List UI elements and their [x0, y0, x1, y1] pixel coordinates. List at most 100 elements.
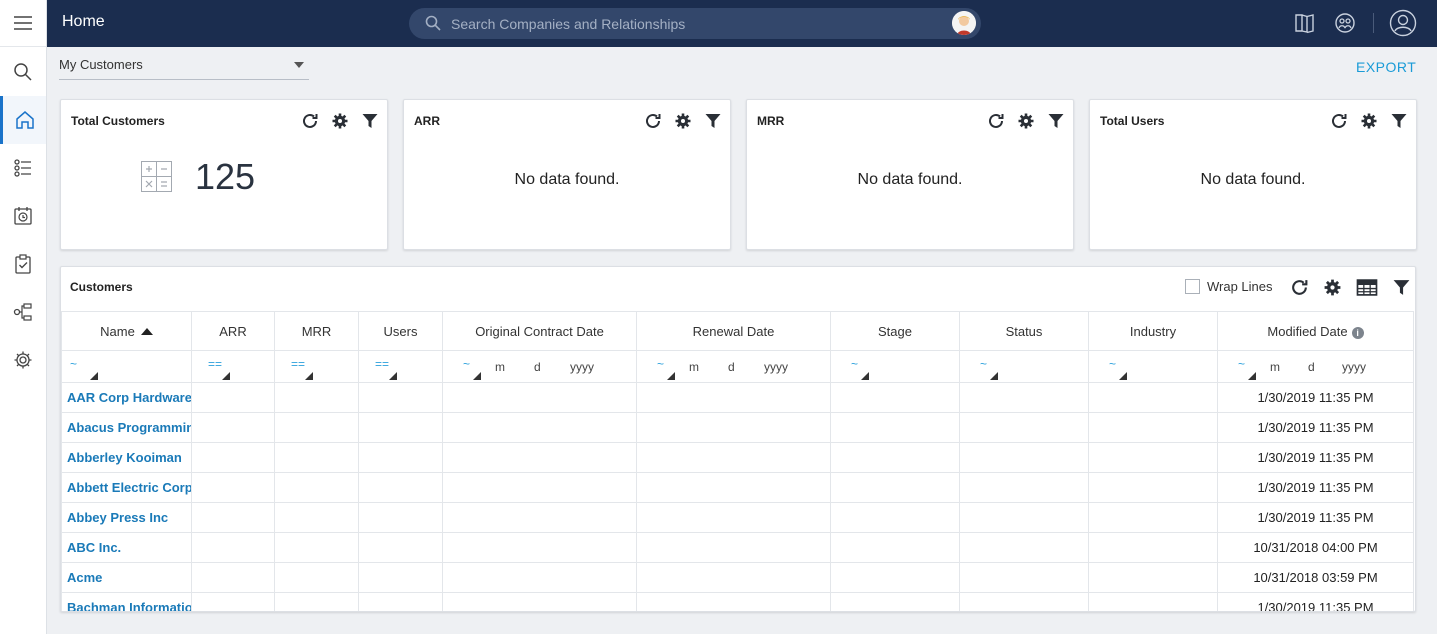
sidebar-item-list[interactable]	[0, 144, 46, 192]
card-total-customers: Total Customers 125	[60, 99, 388, 250]
card-title: Total Users	[1100, 114, 1165, 128]
table-row: Abbey Press Inc 1/30/2019 11:35 PM	[61, 502, 1414, 533]
modified-date: 10/31/2018 04:00 PM	[1217, 532, 1414, 563]
filter-operator-icon	[389, 372, 397, 380]
card-total-users: Total Users No data found.	[1089, 99, 1417, 250]
modified-date: 1/30/2019 11:35 PM	[1217, 592, 1414, 611]
sidebar-item-home[interactable]	[0, 96, 46, 144]
column-header-mrr[interactable]: MRR	[274, 311, 359, 351]
view-dropdown-value: My Customers	[59, 57, 143, 72]
filter-renewal-date[interactable]: ~ m d yyyy	[636, 350, 831, 383]
total-customers-value: 125	[195, 156, 256, 197]
filter-icon[interactable]	[1390, 112, 1408, 130]
assistant-avatar[interactable]	[952, 11, 976, 35]
gear-icon[interactable]	[1323, 278, 1342, 297]
refresh-icon[interactable]	[1330, 112, 1348, 130]
column-header-arr[interactable]: ARR	[191, 311, 275, 351]
list-icon	[14, 159, 31, 177]
page-title: Home	[62, 13, 105, 30]
customer-name-link[interactable]: Abberley Kooiman	[61, 442, 192, 473]
sidebar-item-tasks[interactable]	[0, 240, 46, 288]
user-profile-icon[interactable]	[1389, 9, 1417, 37]
filter-mrr[interactable]: ==	[274, 350, 359, 383]
column-header-original-contract-date[interactable]: Original Contract Date	[442, 311, 637, 351]
customer-name-link[interactable]: Abacus Programming	[61, 412, 192, 443]
column-header-modified-date[interactable]: Modified Date i	[1217, 311, 1414, 351]
modified-date: 1/30/2019 11:35 PM	[1217, 472, 1414, 503]
filter-arr[interactable]: ==	[191, 350, 275, 383]
gear-icon[interactable]	[1017, 112, 1035, 130]
export-button[interactable]: EXPORT	[1356, 59, 1416, 75]
table-row: Abacus Programming 1/30/2019 11:35 PM	[61, 412, 1414, 443]
sidebar-item-timeline[interactable]	[0, 192, 46, 240]
wrap-lines-toggle[interactable]: Wrap Lines	[1185, 279, 1273, 294]
card-arr: ARR No data found.	[403, 99, 731, 250]
filter-stage[interactable]: ~	[830, 350, 960, 383]
card-title: MRR	[757, 114, 785, 128]
modified-date: 1/30/2019 11:35 PM	[1217, 382, 1414, 413]
customer-name-link[interactable]: Acme	[61, 562, 192, 593]
header-row: Name ARR MRR Users Original Contract Dat…	[61, 311, 1414, 351]
customer-name-link[interactable]: Abbey Press Inc	[61, 502, 192, 533]
column-header-users[interactable]: Users	[358, 311, 443, 351]
refresh-icon[interactable]	[987, 112, 1005, 130]
refresh-icon[interactable]	[644, 112, 662, 130]
sidebar-item-settings[interactable]	[0, 336, 46, 384]
customer-name-link[interactable]: AAR Corp Hardware	[61, 382, 192, 413]
column-header-status[interactable]: Status	[959, 311, 1089, 351]
view-dropdown[interactable]: My Customers	[59, 52, 309, 80]
filter-status[interactable]: ~	[959, 350, 1089, 383]
gear-icon[interactable]	[331, 112, 349, 130]
table-row: Abberley Kooiman 1/30/2019 11:35 PM	[61, 442, 1414, 473]
modified-date: 1/30/2019 11:35 PM	[1217, 412, 1414, 443]
table-columns-icon[interactable]	[1356, 278, 1378, 297]
hierarchy-icon	[13, 303, 32, 321]
sidebar-item-hierarchy[interactable]	[0, 288, 46, 336]
filter-users[interactable]: ==	[358, 350, 443, 383]
column-header-name[interactable]: Name	[61, 311, 192, 351]
customers-panel: Customers Wrap Lines Name ARR MRR Users …	[60, 266, 1416, 612]
sidebar-item-search[interactable]	[0, 48, 46, 96]
sidebar	[0, 0, 47, 634]
column-header-renewal-date[interactable]: Renewal Date	[636, 311, 831, 351]
avatar-icon	[952, 11, 976, 35]
calendar-clock-icon	[14, 207, 32, 225]
customer-name-link[interactable]: Abbett Electric Corp	[61, 472, 192, 503]
modified-date: 1/30/2019 11:35 PM	[1217, 502, 1414, 533]
refresh-icon[interactable]	[1290, 278, 1309, 297]
column-header-industry[interactable]: Industry	[1088, 311, 1218, 351]
topbar-divider	[1373, 13, 1374, 33]
panel-actions	[1290, 278, 1411, 297]
customer-name-link[interactable]: Bachman Information	[61, 592, 192, 611]
search-input[interactable]	[451, 8, 931, 39]
filter-modified-date[interactable]: ~ m d yyyy	[1217, 350, 1414, 383]
filter-operator-icon	[473, 372, 481, 380]
filter-icon[interactable]	[1392, 278, 1411, 297]
filter-name[interactable]: ~	[61, 350, 192, 383]
table-row: ABC Inc. 10/31/2018 04:00 PM	[61, 532, 1414, 563]
filter-original-contract-date[interactable]: ~ m d yyyy	[442, 350, 637, 383]
filter-industry[interactable]: ~	[1088, 350, 1218, 383]
gear-icon[interactable]	[1360, 112, 1378, 130]
global-search	[409, 8, 981, 39]
filter-icon[interactable]	[361, 112, 379, 130]
info-icon[interactable]: i	[1351, 326, 1364, 339]
gear-icon[interactable]	[674, 112, 692, 130]
card-actions	[1330, 112, 1408, 130]
column-header-stage[interactable]: Stage	[830, 311, 960, 351]
filter-icon[interactable]	[1047, 112, 1065, 130]
card-actions	[301, 112, 379, 130]
filter-icon[interactable]	[704, 112, 722, 130]
card-actions	[987, 112, 1065, 130]
wrap-lines-checkbox[interactable]	[1185, 279, 1200, 294]
customer-name-link[interactable]: ABC Inc.	[61, 532, 192, 563]
card-mrr: MRR No data found.	[746, 99, 1074, 250]
refresh-icon[interactable]	[301, 112, 319, 130]
book-icon[interactable]	[1293, 11, 1317, 35]
customers-table: Name ARR MRR Users Original Contract Dat…	[61, 311, 1414, 611]
menu-button[interactable]	[0, 0, 46, 47]
network-icon[interactable]	[1333, 11, 1357, 35]
app-root: Home My Customers EXPORT Total Customers…	[0, 0, 1437, 634]
table-row: Bachman Information 1/30/2019 11:35 PM	[61, 592, 1414, 611]
filter-operator-icon	[1119, 372, 1127, 380]
